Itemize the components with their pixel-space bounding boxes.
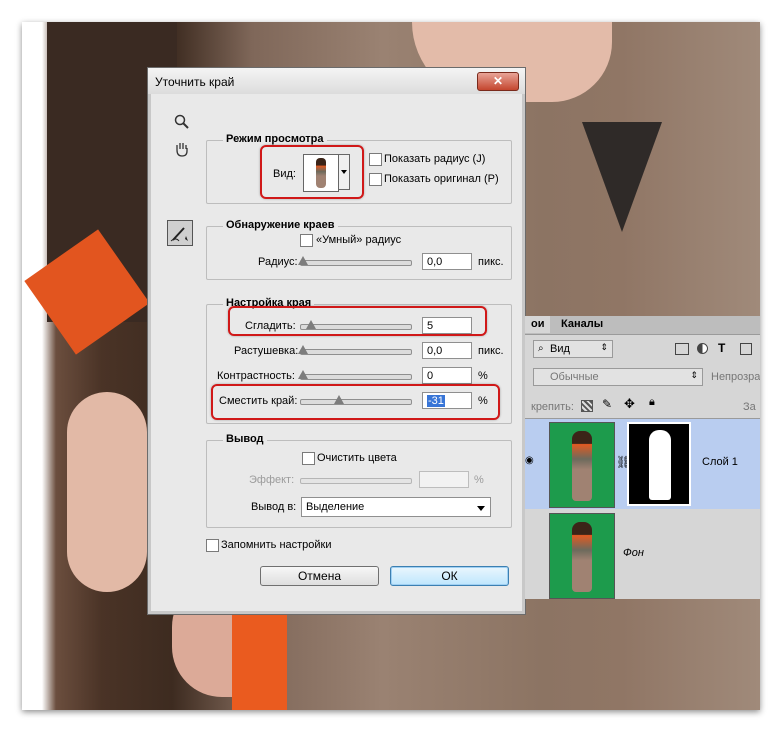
output-to-select[interactable]: Выделение	[301, 497, 491, 517]
smooth-highlight	[228, 306, 487, 336]
filter-shape-icon[interactable]	[740, 343, 752, 355]
fill-label: За	[743, 401, 756, 413]
blend-mode-select[interactable]: Обычные ⇕	[533, 368, 703, 386]
contrast-unit: %	[478, 370, 488, 382]
remember-settings-label: Запомнить настройки	[221, 539, 332, 551]
opacity-label: Непрозрач	[711, 371, 760, 383]
hand-icon[interactable]	[173, 140, 191, 158]
blend-mode-value: Обычные	[550, 371, 599, 383]
layer1-name: Слой 1	[702, 456, 738, 468]
show-radius-label: Показать радиус (J)	[384, 153, 486, 165]
show-radius-checkbox[interactable]	[369, 153, 382, 166]
remember-settings-checkbox[interactable]	[206, 539, 219, 552]
decontaminate-label: Очистить цвета	[317, 452, 397, 464]
radius-unit: пикс.	[478, 256, 504, 268]
smart-radius-checkbox[interactable]	[300, 234, 313, 247]
zoom-icon[interactable]	[174, 114, 190, 130]
filter-adjust-icon[interactable]	[697, 343, 708, 354]
close-button[interactable]: ✕	[477, 72, 519, 91]
amount-unit: %	[474, 474, 484, 486]
canvas-frame: Уточнить край ✕ Режим просмотра Вид: Пок…	[22, 22, 760, 710]
tab-layers[interactable]: ои	[525, 316, 551, 333]
feather-slider[interactable]	[298, 345, 412, 355]
layer-filter-value: Вид	[550, 343, 570, 355]
refine-radius-tool-icon[interactable]	[167, 220, 193, 246]
chevron-updown-icon: ⇕	[690, 370, 698, 380]
amount-label: Эффект:	[249, 474, 295, 486]
amount-input	[419, 471, 469, 488]
feather-slider-thumb[interactable]	[298, 345, 308, 354]
lock-label: крепить:	[531, 401, 574, 413]
background-thumbnail	[549, 513, 615, 599]
show-original-label: Показать оригинал (P)	[384, 173, 499, 185]
lock-paint-icon[interactable]: ✎	[602, 397, 612, 411]
radius-input[interactable]: 0,0	[422, 253, 472, 270]
view-mode-highlight	[260, 145, 364, 199]
radius-label: Радиус:	[258, 256, 298, 268]
dialog-titlebar[interactable]: Уточнить край ✕	[148, 68, 525, 94]
dark-triangle	[582, 122, 662, 232]
amount-slider	[300, 478, 412, 484]
output-to-label: Вывод в:	[251, 501, 297, 513]
layer-row-background[interactable]: Фон	[525, 509, 760, 599]
smart-radius-label: «Умный» радиус	[316, 234, 402, 246]
lock-pixels-icon[interactable]	[581, 400, 593, 412]
lock-move-icon[interactable]: ✥	[624, 396, 635, 412]
lock-all-icon[interactable]: 🔒︎	[649, 396, 655, 409]
layer-row-layer1[interactable]: ◉ ⛓ Слой 1	[525, 418, 760, 510]
output-to-value: Выделение	[306, 501, 365, 513]
shift-edge-highlight	[211, 384, 500, 420]
ok-button[interactable]: ОК	[390, 566, 509, 586]
feather-input[interactable]: 0,0	[422, 342, 472, 359]
refine-edge-dialog: Уточнить край ✕ Режим просмотра Вид: Пок…	[147, 67, 526, 615]
contrast-label: Контрастность:	[217, 370, 295, 382]
feather-unit: пикс.	[478, 345, 504, 357]
dialog-title: Уточнить край	[155, 75, 235, 89]
radius-slider[interactable]	[298, 256, 412, 266]
tab-channels[interactable]: Каналы	[555, 316, 609, 333]
layer1-mask-thumbnail	[627, 422, 691, 506]
output-group: Вывод Очистить цвета Эффект: % Вывод в: …	[206, 433, 512, 528]
show-original-checkbox[interactable]	[369, 173, 382, 186]
edge-detection-legend: Обнаружение краев	[223, 219, 338, 231]
layer1-thumbnail	[549, 422, 615, 508]
orange-bottom	[232, 612, 287, 710]
output-legend: Вывод	[223, 433, 267, 445]
edge-detection-group: Обнаружение краев «Умный» радиус Радиус:…	[206, 219, 512, 280]
contrast-slider-thumb[interactable]	[298, 370, 308, 379]
cancel-button[interactable]: Отмена	[260, 566, 379, 586]
search-icon: ⌕	[538, 343, 544, 354]
layers-panel: ои Каналы ⌕ Вид ⇕ T Обычные ⇕ Непрозрач …	[525, 316, 760, 599]
decontaminate-checkbox[interactable]	[302, 452, 315, 465]
eye-icon[interactable]: ◉	[525, 455, 534, 466]
layer-filter-select[interactable]: ⌕ Вид ⇕	[533, 340, 613, 358]
filter-type-icon[interactable]: T	[718, 341, 725, 355]
chevron-down-icon	[477, 506, 485, 511]
chevron-updown-icon: ⇕	[600, 342, 608, 352]
view-mode-legend: Режим просмотра	[223, 133, 327, 145]
contrast-slider[interactable]	[298, 370, 412, 380]
radius-slider-thumb[interactable]	[298, 256, 308, 265]
contrast-input[interactable]: 0	[422, 367, 472, 384]
feather-label: Растушевка:	[234, 345, 299, 357]
filter-image-icon[interactable]	[675, 343, 689, 355]
hand-skin	[67, 392, 147, 592]
background-name: Фон	[623, 547, 644, 559]
